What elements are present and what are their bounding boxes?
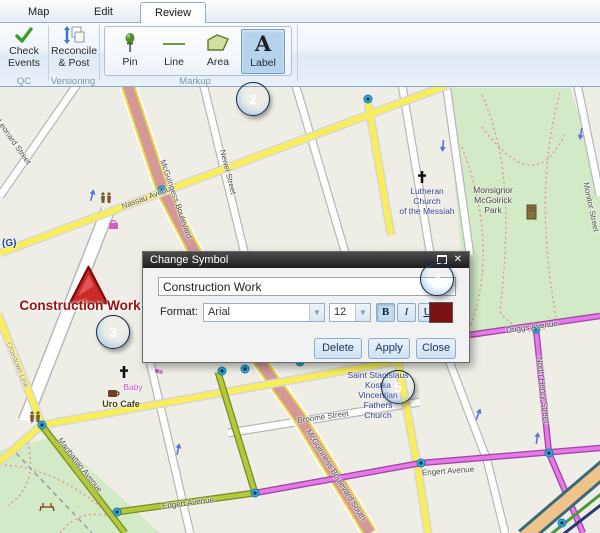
font-size-value: 12 — [330, 304, 355, 321]
callout-badge-5: 5 — [381, 370, 415, 404]
reconcile-label-1: Reconcile — [51, 45, 97, 57]
callout-badge-3: 3 — [96, 315, 130, 349]
close-button-x[interactable]: ✕ — [454, 255, 462, 265]
color-swatch[interactable] — [429, 302, 453, 323]
group-label-versioning: Versioning — [48, 76, 98, 88]
chevron-down-icon: ▼ — [355, 304, 370, 321]
line-icon — [161, 30, 187, 56]
close-icon: ✕ — [454, 254, 462, 265]
construction-work-label[interactable]: Construction Work — [10, 298, 150, 313]
bold-toggle[interactable]: B — [376, 303, 395, 322]
tab-edit[interactable]: Edit — [80, 4, 127, 20]
check-events-label-2: Events — [8, 57, 40, 69]
check-events-label-1: Check — [9, 45, 39, 57]
monument-icon — [527, 205, 536, 219]
font-family-value: Arial — [204, 304, 309, 321]
check-icon — [14, 26, 34, 44]
tab-map[interactable]: Map — [14, 4, 63, 20]
callout-badge-2: 2 — [236, 82, 270, 116]
uro-cafe-label: Uro Cafe — [98, 399, 144, 409]
area-label: Area — [207, 56, 229, 68]
pin-button[interactable]: Pin — [109, 29, 151, 72]
ribbon-separator — [297, 25, 298, 81]
ribbon-separator — [99, 25, 100, 81]
pin-icon — [119, 30, 141, 56]
label-icon: A — [242, 31, 284, 57]
group-label-qc: QC — [2, 76, 46, 88]
markup-panel: Pin Line Area A Label — [104, 26, 292, 76]
format-label: Format: — [160, 306, 198, 318]
font-size-select[interactable]: 12 ▼ — [329, 303, 371, 322]
change-symbol-dialog: Change Symbol ✕ Format: Arial ▼ 12 ▼ B I… — [142, 251, 470, 363]
tab-review[interactable]: Review — [140, 2, 206, 23]
apply-button[interactable]: Apply — [368, 338, 410, 359]
line-button[interactable]: Line — [153, 29, 195, 72]
dialog-title: Change Symbol — [143, 254, 228, 266]
ribbon-tab-bar: Map Edit Review — [0, 0, 600, 23]
area-icon — [205, 30, 231, 56]
ribbon: Check Events QC Reconcile & Post Version… — [0, 22, 600, 87]
park-area — [0, 437, 160, 533]
mcgolrick-park-label: Monsignor McGolrick Park — [458, 185, 528, 215]
reconcile-post-button[interactable]: Reconcile & Post — [50, 24, 98, 69]
check-events-button[interactable]: Check Events — [2, 24, 46, 69]
reconcile-icon — [63, 26, 85, 44]
lutheran-church-label: Lutheran Church of the Messiah — [387, 186, 467, 216]
pin-label: Pin — [122, 56, 137, 68]
label-button[interactable]: A Label — [241, 29, 285, 74]
subway-station-label: (G) — [2, 238, 16, 249]
area-button[interactable]: Area — [197, 29, 239, 72]
ribbon-separator — [48, 25, 49, 81]
label-label: Label — [250, 57, 276, 69]
font-family-select[interactable]: Arial ▼ — [203, 303, 325, 322]
callout-badge-4: 4 — [420, 262, 454, 296]
chevron-down-icon: ▼ — [309, 304, 324, 321]
baby-shop-label: Baby — [118, 382, 148, 392]
delete-button[interactable]: Delete — [314, 338, 362, 359]
dialog-title-bar[interactable]: Change Symbol ✕ — [143, 252, 469, 268]
reconcile-label-2: & Post — [59, 57, 90, 69]
symbol-text-input[interactable] — [158, 277, 456, 296]
italic-toggle[interactable]: I — [397, 303, 416, 322]
close-button[interactable]: Close — [416, 338, 456, 359]
application-window: Map Edit Review Check Events QC Reconcil… — [0, 0, 600, 533]
line-label: Line — [164, 56, 184, 68]
